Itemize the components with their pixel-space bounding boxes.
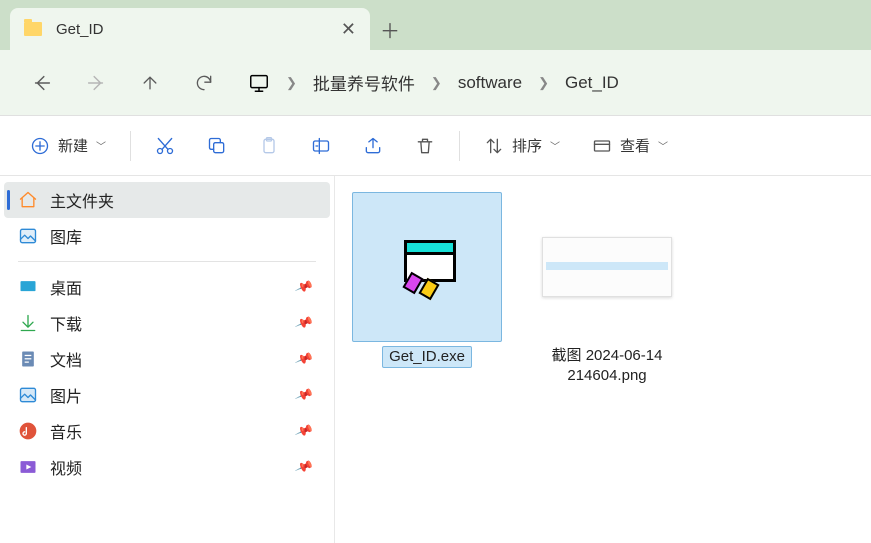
sidebar-label: 下载 [50,311,82,335]
sidebar-item-pictures[interactable]: 图片 📌 [4,377,330,413]
sidebar: 主文件夹 图库 桌面 📌 下载 📌 文档 📌 图片 📌 音乐 📌 视频 📌 [0,176,335,543]
share-button[interactable] [347,127,399,165]
new-tab-button[interactable]: ＋ [370,8,410,50]
up-button[interactable] [126,63,174,103]
file-thumbnail [352,192,502,342]
view-label: 查看 [620,135,650,156]
refresh-icon [194,73,214,93]
desktop-icon [18,277,38,297]
chevron-down-icon: ﹀ [550,138,560,153]
sidebar-item-music[interactable]: 音乐 📌 [4,413,330,449]
chevron-down-icon: ﹀ [96,138,106,153]
cut-button[interactable] [139,127,191,165]
video-icon [18,457,38,477]
close-icon[interactable]: ✕ [341,19,356,40]
chevron-down-icon: ﹀ [658,138,668,153]
sort-label: 排序 [512,135,542,156]
sort-button[interactable]: 排序 ﹀ [468,127,576,165]
rename-icon [311,136,331,156]
file-thumbnail [532,192,682,342]
file-pane[interactable]: Get_ID.exe 截图 2024-06-14 214604.png [335,176,871,543]
chevron-right-icon[interactable]: ❯ [280,75,303,91]
pin-icon: 📌 [294,313,315,334]
sidebar-label: 主文件夹 [50,188,114,212]
forward-button[interactable] [72,63,120,103]
sidebar-label: 桌面 [50,275,82,299]
sidebar-item-download[interactable]: 下载 📌 [4,305,330,341]
sidebar-label: 图片 [50,383,82,407]
file-name: 截图 2024-06-14 214604.png [531,346,683,387]
nav-bar: ❯ 批量养号软件 ❯ software ❯ Get_ID [0,50,871,115]
breadcrumb-item-2[interactable]: Get_ID [559,69,625,97]
sidebar-label: 文档 [50,347,82,371]
explorer-body: 主文件夹 图库 桌面 📌 下载 📌 文档 📌 图片 📌 音乐 📌 视频 📌 Get_ID.exe 截图 … [0,175,871,543]
arrow-left-icon [31,72,53,94]
pin-icon: 📌 [294,421,315,442]
file-item[interactable]: Get_ID.exe [347,188,507,391]
download-icon [18,313,38,333]
plus-circle-icon [30,136,50,156]
separator [130,131,131,161]
sidebar-label: 音乐 [50,419,82,443]
chevron-right-icon[interactable]: ❯ [425,75,448,91]
gallery-icon [18,226,38,246]
tab-bar: Get_ID ✕ ＋ [0,0,871,50]
cut-icon [155,136,175,156]
delete-button[interactable] [399,127,451,165]
tab-title: Get_ID [56,21,327,38]
folder-icon [24,22,42,36]
document-icon [18,349,38,369]
toolbar: 新建 ﹀ 排序 ﹀ 查看 ﹀ [0,115,871,175]
exe-icon [396,240,458,294]
pin-icon: 📌 [294,457,315,478]
refresh-button[interactable] [180,63,228,103]
home-icon [18,190,38,210]
pictures-icon [18,385,38,405]
pin-icon: 📌 [294,277,315,298]
chevron-right-icon[interactable]: ❯ [532,75,555,91]
trash-icon [415,136,435,156]
sidebar-item-desktop[interactable]: 桌面 📌 [4,269,330,305]
file-item[interactable]: 截图 2024-06-14 214604.png [527,188,687,391]
view-button[interactable]: 查看 ﹀ [576,127,684,165]
pin-icon: 📌 [294,349,315,370]
sidebar-label: 图库 [50,224,82,248]
sidebar-item-gallery[interactable]: 图库 [4,218,330,254]
copy-icon [207,136,227,156]
arrow-right-icon [85,72,107,94]
pin-icon: 📌 [294,385,315,406]
music-icon [18,421,38,441]
breadcrumb-item-0[interactable]: 批量养号软件 [307,66,421,99]
breadcrumb: ❯ 批量养号软件 ❯ software ❯ Get_ID [242,66,625,99]
back-button[interactable] [18,63,66,103]
sort-icon [484,136,504,156]
copy-button[interactable] [191,127,243,165]
separator [18,261,316,262]
rename-button[interactable] [295,127,347,165]
image-thumbnail [542,237,672,297]
new-button[interactable]: 新建 ﹀ [14,127,122,165]
sidebar-item-video[interactable]: 视频 📌 [4,449,330,485]
this-pc-icon[interactable] [242,68,276,98]
new-label: 新建 [58,135,88,156]
tab-active[interactable]: Get_ID ✕ [10,8,370,50]
file-name: Get_ID.exe [382,346,472,368]
sidebar-item-document[interactable]: 文档 📌 [4,341,330,377]
arrow-up-icon [140,73,160,93]
breadcrumb-item-1[interactable]: software [452,69,528,97]
separator [459,131,460,161]
view-icon [592,136,612,156]
sidebar-item-home[interactable]: 主文件夹 [4,182,330,218]
paste-icon [259,136,279,156]
share-icon [363,136,383,156]
paste-button[interactable] [243,127,295,165]
sidebar-label: 视频 [50,455,82,479]
